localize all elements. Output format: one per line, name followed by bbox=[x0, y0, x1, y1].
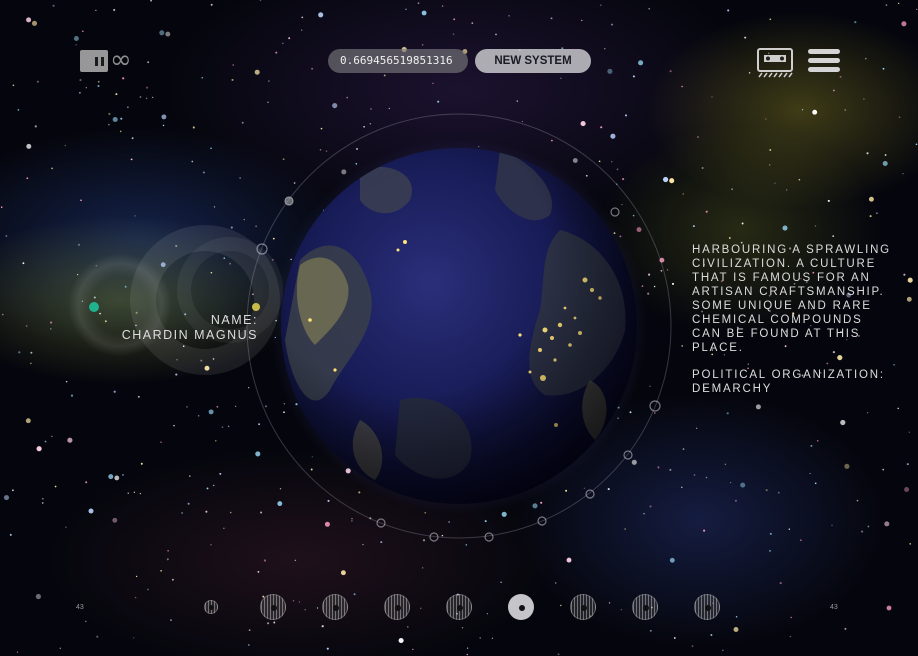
political-organization-label: POLITICAL ORGANIZATION: bbox=[692, 369, 885, 381]
planet-name-label: NAME: bbox=[210, 313, 258, 327]
nav-number-left: 43 bbox=[76, 604, 84, 611]
system-planet-nav-2[interactable] bbox=[260, 594, 286, 620]
moon-yellow[interactable] bbox=[252, 303, 260, 311]
planet-description-panel: HARBOURING A SPRAWLING CIVILIZATION. A C… bbox=[692, 243, 892, 396]
planet-name-value: CHARDIN MAGNUS bbox=[121, 328, 258, 342]
planet-description: HARBOURING A SPRAWLING CIVILIZATION. A C… bbox=[692, 244, 891, 354]
system-planet-nav-7[interactable] bbox=[570, 594, 596, 620]
nav-number-right: 43 bbox=[830, 604, 838, 611]
system-planet-nav-6[interactable] bbox=[508, 594, 534, 620]
system-planet-nav-4[interactable] bbox=[384, 594, 410, 620]
system-planet-nav-5[interactable] bbox=[446, 594, 472, 620]
system-planet-nav-8[interactable] bbox=[632, 594, 658, 620]
moon-orbit-graphic bbox=[68, 225, 283, 375]
planet-shading bbox=[281, 148, 637, 504]
system-planet-nav-3[interactable] bbox=[322, 594, 348, 620]
political-organization-value: DEMARCHY bbox=[692, 383, 773, 395]
system-planet-nav-9[interactable] bbox=[694, 594, 720, 620]
moon-teal[interactable] bbox=[89, 302, 99, 312]
system-planet-nav-1[interactable] bbox=[204, 600, 218, 614]
